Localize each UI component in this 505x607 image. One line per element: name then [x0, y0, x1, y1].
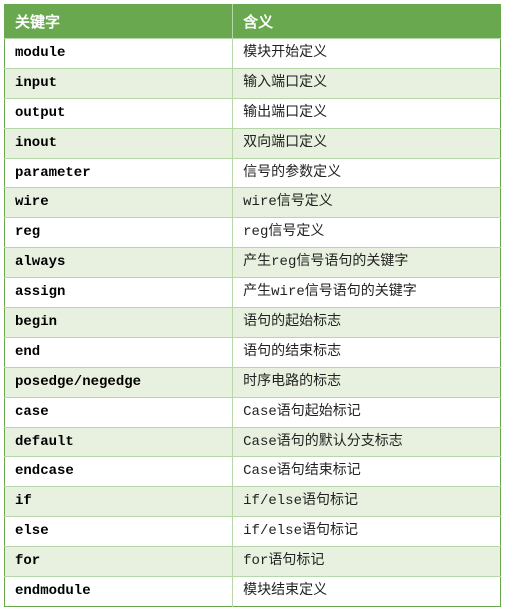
table-row: caseCase语句起始标记	[5, 397, 501, 427]
cell-meaning: if/else语句标记	[233, 487, 501, 517]
cell-meaning: 模块开始定义	[233, 39, 501, 69]
cell-meaning: 输入端口定义	[233, 68, 501, 98]
cell-keyword: inout	[5, 128, 233, 158]
table-row: posedge/negedge时序电路的标志	[5, 367, 501, 397]
cell-keyword: end	[5, 337, 233, 367]
cell-keyword: default	[5, 427, 233, 457]
cell-keyword: parameter	[5, 158, 233, 188]
table-body: module模块开始定义input输入端口定义output输出端口定义inout…	[5, 39, 501, 607]
table-header-row: 关键字 含义	[5, 5, 501, 39]
header-keyword: 关键字	[5, 5, 233, 39]
table-row: ifif/else语句标记	[5, 487, 501, 517]
cell-meaning: Case语句的默认分支标志	[233, 427, 501, 457]
cell-keyword: if	[5, 487, 233, 517]
table-row: endcaseCase语句结束标记	[5, 457, 501, 487]
cell-keyword: for	[5, 547, 233, 577]
cell-keyword: begin	[5, 308, 233, 338]
header-meaning: 含义	[233, 5, 501, 39]
cell-meaning: 信号的参数定义	[233, 158, 501, 188]
keywords-table: 关键字 含义 module模块开始定义input输入端口定义output输出端口…	[4, 4, 501, 607]
table-row: endmodule模块结束定义	[5, 577, 501, 607]
cell-keyword: reg	[5, 218, 233, 248]
cell-keyword: endmodule	[5, 577, 233, 607]
table-row: inout双向端口定义	[5, 128, 501, 158]
cell-keyword: wire	[5, 188, 233, 218]
cell-keyword: always	[5, 248, 233, 278]
table-row: input输入端口定义	[5, 68, 501, 98]
table-row: output输出端口定义	[5, 98, 501, 128]
table-row: assign产生wire信号语句的关键字	[5, 278, 501, 308]
table-row: parameter信号的参数定义	[5, 158, 501, 188]
cell-keyword: module	[5, 39, 233, 69]
cell-keyword: posedge/negedge	[5, 367, 233, 397]
table-row: end语句的结束标志	[5, 337, 501, 367]
cell-keyword: else	[5, 517, 233, 547]
cell-keyword: case	[5, 397, 233, 427]
cell-meaning: for语句标记	[233, 547, 501, 577]
cell-meaning: 双向端口定义	[233, 128, 501, 158]
cell-meaning: 产生wire信号语句的关键字	[233, 278, 501, 308]
table-row: begin语句的起始标志	[5, 308, 501, 338]
cell-meaning: wire信号定义	[233, 188, 501, 218]
cell-keyword: output	[5, 98, 233, 128]
cell-keyword: endcase	[5, 457, 233, 487]
table-row: elseif/else语句标记	[5, 517, 501, 547]
table-row: defaultCase语句的默认分支标志	[5, 427, 501, 457]
table-row: module模块开始定义	[5, 39, 501, 69]
cell-meaning: 输出端口定义	[233, 98, 501, 128]
cell-meaning: 模块结束定义	[233, 577, 501, 607]
cell-keyword: input	[5, 68, 233, 98]
table-row: wirewire信号定义	[5, 188, 501, 218]
table-row: always产生reg信号语句的关键字	[5, 248, 501, 278]
cell-meaning: 语句的结束标志	[233, 337, 501, 367]
cell-keyword: assign	[5, 278, 233, 308]
table-row: regreg信号定义	[5, 218, 501, 248]
cell-meaning: 语句的起始标志	[233, 308, 501, 338]
cell-meaning: 时序电路的标志	[233, 367, 501, 397]
cell-meaning: Case语句结束标记	[233, 457, 501, 487]
cell-meaning: 产生reg信号语句的关键字	[233, 248, 501, 278]
cell-meaning: reg信号定义	[233, 218, 501, 248]
cell-meaning: if/else语句标记	[233, 517, 501, 547]
cell-meaning: Case语句起始标记	[233, 397, 501, 427]
table-row: forfor语句标记	[5, 547, 501, 577]
